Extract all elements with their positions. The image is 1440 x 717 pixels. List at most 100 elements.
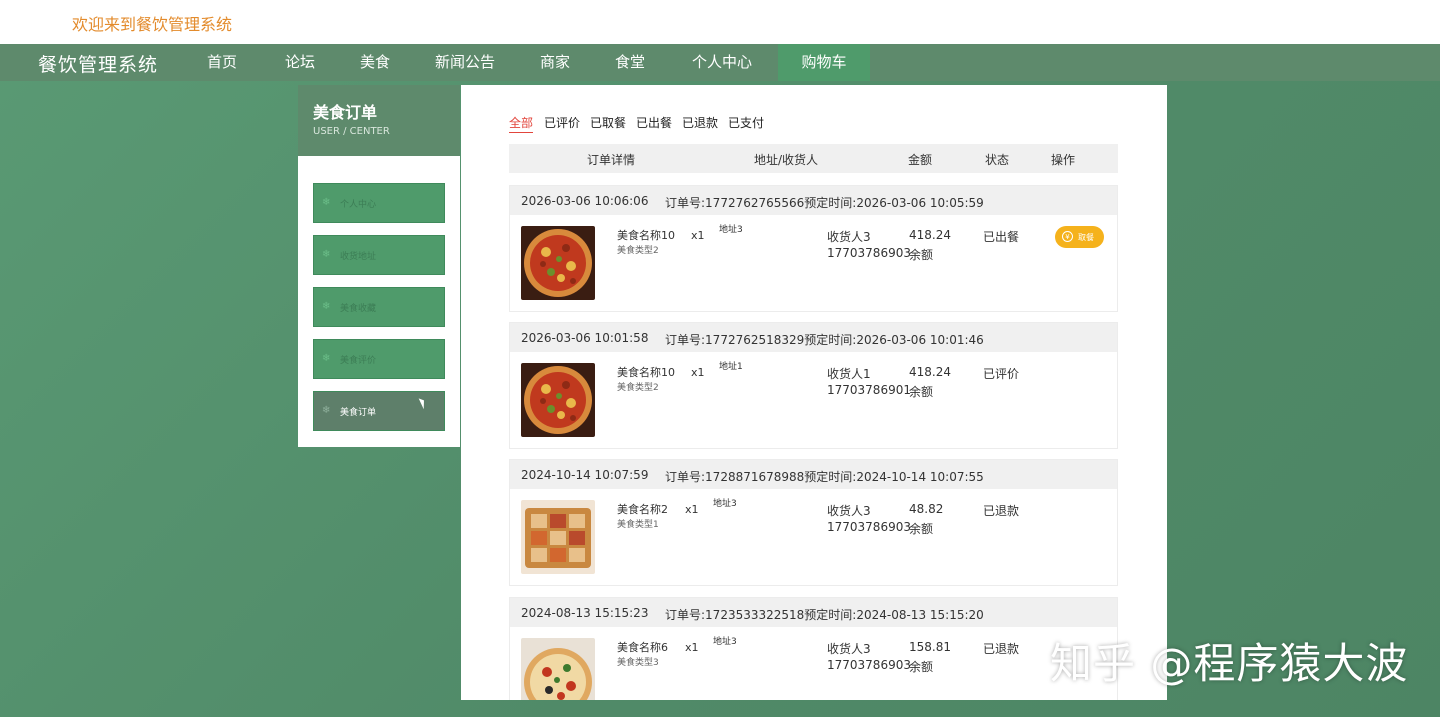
nav-item-news[interactable]: 新闻公告 — [425, 44, 505, 81]
nav-item-forum[interactable]: 论坛 — [271, 44, 329, 81]
sidebar-item-favorites[interactable]: ❄ 美食收藏 — [313, 287, 445, 327]
food-type: 美食类型3 — [617, 658, 659, 668]
order-amount: 418.24 — [909, 365, 951, 379]
food-image-pizza[interactable] — [521, 638, 595, 700]
sidebar-item-user-center[interactable]: ❄ 个人中心 — [313, 183, 445, 223]
take-meal-label: 取餐 — [1078, 233, 1094, 242]
order-header: 2024-08-13 15:15:23 订单号:1723533322518预定时… — [510, 598, 1117, 627]
yen-icon: ¥ — [1062, 231, 1073, 242]
header-address: 地址/收货人 — [754, 153, 819, 167]
order-amount: 418.24 — [909, 228, 951, 242]
header-status: 状态 — [985, 153, 1010, 167]
nav-item-food[interactable]: 美食 — [346, 44, 404, 81]
order-card: 2024-08-13 15:15:23 订单号:1723533322518预定时… — [509, 597, 1118, 700]
tab-reviewed[interactable]: 已评价 — [544, 114, 580, 131]
order-amount: 158.81 — [909, 640, 951, 654]
brand-title[interactable]: 餐饮管理系统 — [38, 50, 158, 77]
order-header: 2026-03-06 10:06:06 订单号:1772762765566预定时… — [510, 186, 1117, 215]
snowflake-icon: ❄ — [322, 249, 331, 260]
order-phone: 17703786903 — [827, 246, 911, 260]
sidebar-item-label: 美食订单 — [340, 408, 377, 418]
sidebar-item-label: 收货地址 — [340, 252, 377, 262]
order-receiver: 收货人3 — [827, 504, 871, 518]
sidebar-item-label: 美食收藏 — [340, 304, 377, 314]
header-detail: 订单详情 — [587, 153, 636, 167]
sidebar-header: 美食订单 USER / CENTER — [298, 85, 460, 156]
food-image-platter[interactable] — [521, 500, 595, 574]
sidebar: 美食订单 USER / CENTER ❄ 个人中心 ❄ 收货地址 ❄ 美食收藏 … — [298, 85, 460, 447]
order-address: 地址3 — [713, 637, 737, 647]
order-phone: 17703786903 — [827, 520, 911, 534]
snowflake-icon: ❄ — [322, 301, 331, 312]
food-qty: x1 — [691, 366, 705, 379]
nav-item-merchant[interactable]: 商家 — [526, 44, 584, 81]
food-type: 美食类型2 — [617, 246, 659, 256]
order-header: 2026-03-06 10:01:58 订单号:1772762518329预定时… — [510, 323, 1117, 352]
food-image-pizza[interactable] — [521, 363, 595, 437]
watermark-text: 知乎 @程序猿大波 — [1050, 639, 1409, 688]
orders-table-header: 订单详情 地址/收货人 金额 状态 操作 — [509, 144, 1118, 173]
food-name: 美食名称10 — [617, 229, 675, 242]
order-datetime: 2026-03-06 10:06:06 — [521, 194, 649, 208]
tab-served[interactable]: 已出餐 — [636, 114, 672, 131]
order-header: 2024-10-14 10:07:59 订单号:1728871678988预定时… — [510, 460, 1117, 489]
tab-all[interactable]: 全部 — [509, 114, 534, 133]
food-image-pizza[interactable] — [521, 226, 595, 300]
sidebar-item-orders[interactable]: ❄ 美食订单 — [313, 391, 445, 431]
tab-paid[interactable]: 已支付 — [728, 114, 764, 131]
order-phone: 17703786903 — [827, 658, 911, 672]
order-pay-method: 余额 — [909, 385, 934, 399]
order-card: 2026-03-06 10:06:06 订单号:1772762765566预定时… — [509, 185, 1118, 312]
order-status: 已退款 — [983, 642, 1020, 656]
order-datetime: 2026-03-06 10:01:58 — [521, 331, 649, 345]
order-number: 订单号:1723533322518预定时间:2024-08-13 15:15:2… — [665, 608, 984, 622]
food-qty: x1 — [685, 503, 699, 516]
sidebar-item-label: 个人中心 — [340, 200, 377, 210]
order-pay-method: 余额 — [909, 522, 934, 536]
food-name: 美食名称2 — [617, 503, 668, 516]
top-bar: 欢迎来到餐饮管理系统 — [0, 0, 1440, 44]
take-meal-button[interactable]: ¥ 取餐 — [1055, 226, 1104, 248]
header-amount: 金额 — [908, 153, 933, 167]
order-address: 地址1 — [719, 362, 743, 372]
order-pay-method: 余额 — [909, 248, 934, 262]
nav-item-home[interactable]: 首页 — [193, 44, 251, 81]
order-number: 订单号:1728871678988预定时间:2024-10-14 10:07:5… — [665, 470, 984, 484]
order-datetime: 2024-10-14 10:07:59 — [521, 468, 649, 482]
tab-refunded[interactable]: 已退款 — [682, 114, 718, 131]
sidebar-subtitle: USER / CENTER — [313, 126, 390, 137]
order-status: 已评价 — [983, 367, 1020, 381]
order-receiver: 收货人3 — [827, 230, 871, 244]
orders-panel: 全部 已评价 已取餐 已出餐 已退款 已支付 订单详情 地址/收货人 金额 状态… — [461, 85, 1167, 700]
nav-item-user-center[interactable]: 个人中心 — [678, 44, 766, 81]
order-amount: 48.82 — [909, 502, 944, 516]
tab-picked-up[interactable]: 已取餐 — [590, 114, 626, 131]
welcome-text: 欢迎来到餐饮管理系统 — [72, 15, 233, 34]
snowflake-icon: ❄ — [322, 405, 331, 416]
order-receiver: 收货人1 — [827, 367, 871, 381]
nav-item-canteen[interactable]: 食堂 — [601, 44, 659, 81]
order-number: 订单号:1772762765566预定时间:2026-03-06 10:05:5… — [665, 196, 984, 210]
order-status: 已退款 — [983, 504, 1020, 518]
food-qty: x1 — [685, 641, 699, 654]
sidebar-item-label: 美食评价 — [340, 356, 377, 366]
snowflake-icon: ❄ — [322, 197, 331, 208]
order-card: 2026-03-06 10:01:58 订单号:1772762518329预定时… — [509, 322, 1118, 449]
order-number: 订单号:1772762518329预定时间:2026-03-06 10:01:4… — [665, 333, 984, 347]
sidebar-title: 美食订单 — [313, 103, 378, 122]
order-phone: 17703786901 — [827, 383, 911, 397]
nav-item-cart[interactable]: 购物车 — [778, 44, 870, 81]
order-receiver: 收货人3 — [827, 642, 871, 656]
sidebar-item-address[interactable]: ❄ 收货地址 — [313, 235, 445, 275]
order-pay-method: 余额 — [909, 660, 934, 674]
order-datetime: 2024-08-13 15:15:23 — [521, 606, 649, 620]
food-qty: x1 — [691, 229, 705, 242]
food-name: 美食名称6 — [617, 641, 668, 654]
main-navbar: 餐饮管理系统 首页 论坛 美食 新闻公告 商家 食堂 个人中心 购物车 — [0, 44, 1440, 81]
snowflake-icon: ❄ — [322, 353, 331, 364]
food-type: 美食类型2 — [617, 383, 659, 393]
order-card: 2024-10-14 10:07:59 订单号:1728871678988预定时… — [509, 459, 1118, 586]
order-address: 地址3 — [719, 225, 743, 235]
sidebar-item-reviews[interactable]: ❄ 美食评价 — [313, 339, 445, 379]
order-address: 地址3 — [713, 499, 737, 509]
